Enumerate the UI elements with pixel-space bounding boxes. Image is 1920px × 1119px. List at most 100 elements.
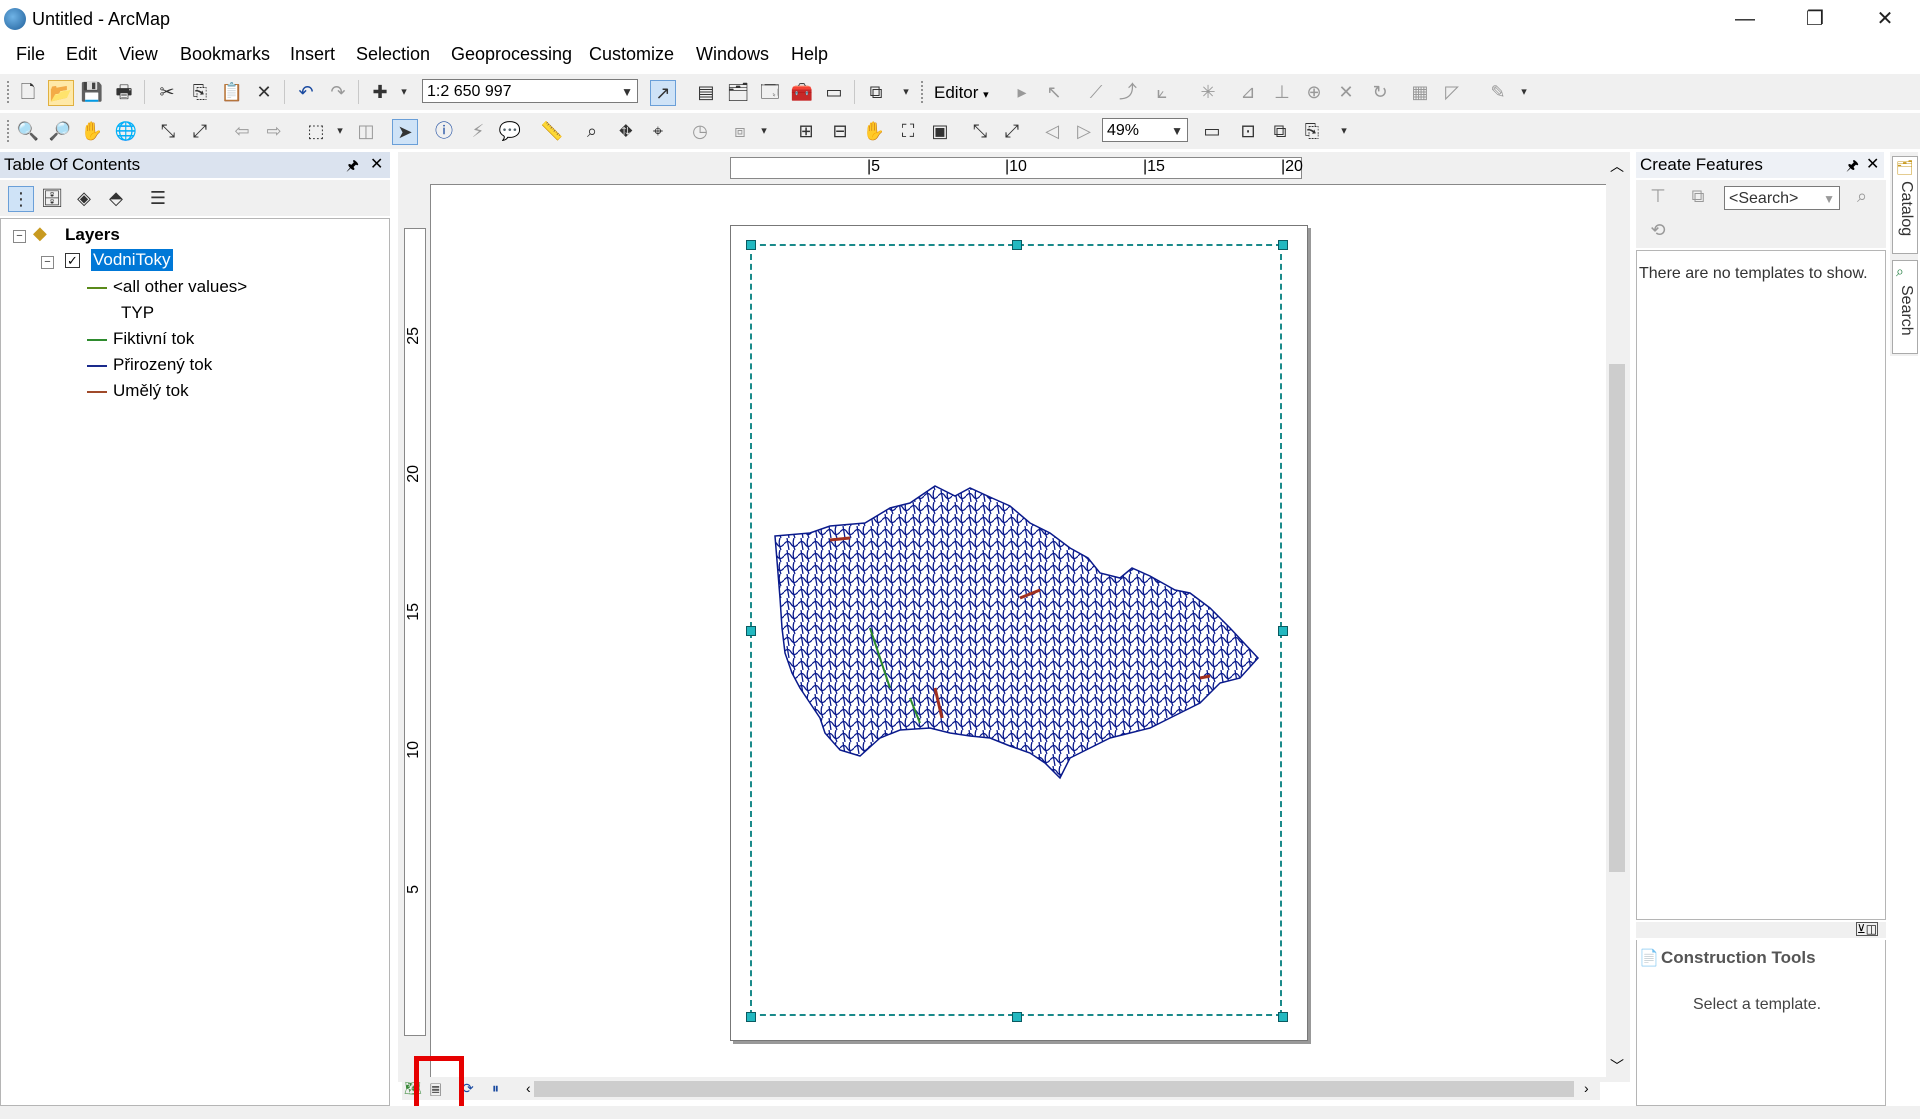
list-by-visibility-icon[interactable]: ◈ [72, 186, 96, 210]
close-icon[interactable]: ✕ [1866, 152, 1879, 178]
template-search-input[interactable]: <Search> ▼ [1724, 186, 1840, 210]
zoom-whole-page-icon[interactable]: ⛶ [896, 119, 920, 143]
previous-extent-icon[interactable]: ◁ [1040, 119, 1064, 143]
clear-selection-icon[interactable]: ◫ [354, 119, 378, 143]
selection-handle[interactable] [746, 240, 756, 250]
menu-edit[interactable]: Edit [66, 44, 97, 65]
collapse-layer-icon[interactable]: − [41, 256, 54, 269]
list-by-source-icon[interactable]: 🗄 [40, 186, 64, 210]
pan-hand-icon[interactable]: ✋ [80, 119, 104, 143]
zoom-out-icon[interactable]: 🔎 [48, 119, 72, 143]
find-binoculars-icon[interactable]: ⌕ [580, 119, 604, 143]
list-by-selection-icon[interactable]: ⬘ [104, 186, 128, 210]
go-to-xy-icon[interactable]: ⌖ [646, 119, 670, 143]
straight-segment-icon[interactable]: ⟋ [1084, 80, 1108, 104]
layout-vertical-scrollbar[interactable]: ︿ ﹀ [1606, 154, 1628, 1082]
layer-visibility-checkbox[interactable]: ✓ [65, 253, 80, 268]
change-layout-icon[interactable]: ⧉ [1268, 119, 1292, 143]
catalog-tab[interactable]: 🗂 Catalog [1892, 156, 1918, 254]
scrollbar-thumb[interactable] [534, 1081, 1574, 1097]
focus-data-frame-icon[interactable]: ⊡ [1236, 119, 1260, 143]
toc-options-icon[interactable]: ☰ [146, 186, 170, 210]
selection-handle[interactable] [1278, 626, 1288, 636]
add-data-icon[interactable]: ✚ [368, 80, 392, 104]
point-icon[interactable]: ✳ [1196, 80, 1220, 104]
arctoolbox-icon[interactable]: 🧰 [790, 80, 814, 104]
pause-drawing-icon[interactable]: ⏸ [492, 1080, 499, 1097]
scroll-left-icon[interactable]: ‹ [526, 1080, 531, 1096]
python-window-icon[interactable]: ▭ [822, 80, 846, 104]
chevron-down-icon[interactable]: ▼ [1823, 187, 1835, 211]
edit-annotation-icon[interactable]: ↖ [1042, 80, 1066, 104]
layout-pan-icon[interactable]: ✋ [862, 119, 886, 143]
fixed-zoom-out-icon[interactable]: ⤢ [188, 119, 212, 143]
catalog-window-icon[interactable]: 🗂 [726, 80, 750, 104]
selection-handle[interactable] [1278, 1012, 1288, 1022]
cut-polygons-icon[interactable]: ⊕ [1302, 80, 1326, 104]
wizard-icon[interactable]: ⟲ [1646, 218, 1670, 242]
measure-icon[interactable]: 📏 [540, 119, 564, 143]
menu-selection[interactable]: Selection [356, 44, 430, 65]
copy-icon[interactable]: ⎘ [188, 80, 212, 104]
reshape-icon[interactable]: ⊥ [1270, 80, 1294, 104]
select-elements-icon[interactable]: ➤ [392, 119, 418, 145]
rotate-tool-icon[interactable]: ↻ [1368, 80, 1392, 104]
create-viewer-window-icon[interactable]: ⧈ [728, 119, 752, 143]
chevron-down-icon[interactable]: ▼ [621, 80, 633, 104]
toolbar-grip[interactable] [920, 80, 924, 104]
fixed-zoom-in-icon[interactable]: ⤡ [156, 119, 180, 143]
zoom-100-percent-icon[interactable]: ▣ [928, 119, 952, 143]
selection-handle[interactable] [1278, 240, 1288, 250]
cut-icon[interactable]: ✂ [155, 80, 179, 104]
split-tool-icon[interactable]: ✕ [1334, 80, 1358, 104]
editor-toolbar-toggle-icon[interactable]: ↗ [650, 80, 676, 106]
toolbar-options-icon[interactable]: ▾ [752, 119, 776, 143]
search-tab[interactable]: ⌕ Search [1892, 260, 1918, 354]
close-icon[interactable]: ✕ [370, 152, 383, 178]
model-builder-icon[interactable]: ⧉ [864, 80, 888, 104]
trace-icon[interactable]: ⟀ [1150, 80, 1174, 104]
menu-bookmarks[interactable]: Bookmarks [180, 44, 270, 65]
sketch-properties-icon[interactable]: ◸ [1440, 80, 1464, 104]
identify-icon[interactable]: ⓘ [432, 119, 456, 143]
print-icon[interactable]: 🖶 [112, 80, 136, 104]
full-extent-globe-icon[interactable]: 🌐 [114, 119, 138, 143]
create-features-icon[interactable]: ✎ [1486, 80, 1510, 104]
selection-handle[interactable] [1012, 1012, 1022, 1022]
layout-zoom-in-icon[interactable]: ⊞ [794, 119, 818, 143]
toggle-draft-mode-icon[interactable]: ▭ [1200, 119, 1224, 143]
editor-menu[interactable]: Editor ▾ [934, 83, 989, 103]
html-popup-icon[interactable]: 💬 [498, 119, 522, 143]
zoom-in-icon[interactable]: 🔍 [16, 119, 40, 143]
scroll-up-icon[interactable]: ︿ [1610, 156, 1624, 176]
save-icon[interactable]: 💾 [80, 80, 104, 104]
pin-icon[interactable]: 🖈 [346, 152, 359, 178]
open-folder-icon[interactable]: 📂 [48, 80, 74, 106]
minimize-button[interactable]: — [1722, 4, 1768, 34]
add-data-dropdown-icon[interactable]: ▾ [392, 80, 416, 104]
organize-templates-icon[interactable]: ⊤ [1646, 184, 1670, 208]
fixed-zoom-out-layout-icon[interactable]: ⤢ [1000, 119, 1024, 143]
fixed-zoom-in-layout-icon[interactable]: ⤡ [968, 119, 992, 143]
go-back-icon[interactable]: ⇦ [230, 119, 254, 143]
panel-splitter[interactable]: ⊻◫ [1636, 922, 1886, 938]
pin-icon[interactable]: 🖈 [1846, 152, 1859, 178]
select-features-icon[interactable]: ⬚ [304, 119, 328, 143]
chevron-down-icon[interactable]: ▼ [1171, 119, 1183, 143]
layer-name-vodnitoky[interactable]: VodniToky [91, 249, 173, 271]
layout-zoom-combobox[interactable]: 49% ▼ [1102, 118, 1188, 142]
data-driven-pages-icon[interactable]: ⎘ [1300, 119, 1324, 143]
scroll-right-icon[interactable]: › [1584, 1080, 1589, 1096]
go-forward-icon[interactable]: ⇨ [262, 119, 286, 143]
close-button[interactable]: ✕ [1862, 4, 1908, 34]
selection-handle[interactable] [746, 1012, 756, 1022]
hyperlink-icon[interactable]: ⚡ [466, 119, 490, 143]
map-scale-combobox[interactable]: 1:2 650 997 ▼ [422, 79, 638, 103]
scrollbar-thumb[interactable] [1609, 364, 1625, 872]
search-window-icon[interactable]: 🗔 [758, 80, 782, 104]
new-document-icon[interactable]: 🗋 [16, 80, 40, 104]
delete-icon[interactable]: ✕ [252, 80, 276, 104]
table-of-contents-icon[interactable]: ▤ [694, 80, 718, 104]
selection-handle[interactable] [746, 626, 756, 636]
paste-icon[interactable]: 📋 [220, 80, 244, 104]
